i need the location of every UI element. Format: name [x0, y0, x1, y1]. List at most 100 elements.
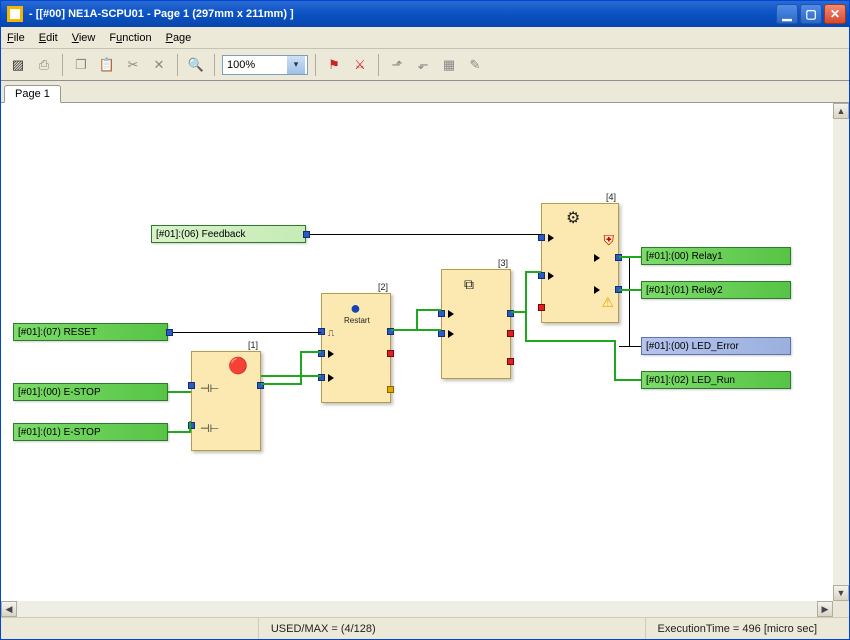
wire: [261, 375, 321, 377]
validate-button[interactable]: ⚑: [323, 54, 345, 76]
port-in[interactable]: [438, 330, 445, 337]
wire: [168, 391, 191, 393]
wire: [619, 346, 641, 347]
function-block-4[interactable]: [4] ⚙ ⛨ ⚠: [541, 203, 619, 323]
wire: [306, 234, 541, 235]
separator: [177, 54, 178, 76]
separator: [214, 54, 215, 76]
delete-button[interactable]: ✕: [148, 54, 170, 76]
wire-junction: [166, 329, 173, 336]
maximize-button[interactable]: ▢: [800, 4, 822, 24]
port-in[interactable]: [538, 272, 545, 279]
input-estop1[interactable]: [#01]:(01) E-STOP: [13, 423, 168, 441]
menu-view[interactable]: View: [72, 32, 96, 44]
port-in[interactable]: [438, 310, 445, 317]
warning-icon: ⚠: [601, 294, 614, 311]
close-button[interactable]: ✕: [824, 4, 846, 24]
app-window: - [[#00] NE1A-SCPU01 - Page 1 (297mm x 2…: [0, 0, 850, 640]
status-bar: USED/MAX = (4/128) ExecutionTime = 496 […: [1, 617, 849, 639]
port-in[interactable]: [188, 382, 195, 389]
function-block-3[interactable]: [3] ⧉: [441, 269, 511, 379]
titlebar: - [[#00] NE1A-SCPU01 - Page 1 (297mm x 2…: [1, 1, 849, 27]
port-out[interactable]: [507, 358, 514, 365]
relay-icon: ⧉: [464, 276, 474, 293]
scroll-track[interactable]: [833, 119, 849, 585]
wire: [300, 351, 321, 353]
wire: [168, 332, 321, 333]
scroll-corner: [833, 601, 849, 617]
horizontal-scrollbar[interactable]: ◀ ▶: [1, 601, 833, 617]
port-out[interactable]: [507, 330, 514, 337]
port-in[interactable]: [538, 234, 545, 241]
window-title: - [[#00] NE1A-SCPU01 - Page 1 (297mm x 2…: [29, 8, 776, 20]
input-feedback[interactable]: [#01]:(06) Feedback: [151, 225, 306, 243]
output-led-run[interactable]: [#01]:(02) LED_Run: [641, 371, 791, 389]
scroll-right-icon[interactable]: ▶: [817, 601, 833, 617]
separator: [62, 54, 63, 76]
wire: [416, 309, 441, 311]
minimize-button[interactable]: ▁: [776, 4, 798, 24]
wire: [619, 256, 641, 258]
arrow-icon: [548, 272, 554, 280]
port-in[interactable]: [538, 304, 545, 311]
status-exectime: ExecutionTime = 496 [micro sec]: [645, 618, 829, 639]
shield-icon: ⛨: [604, 232, 615, 249]
arrow-icon: [328, 350, 334, 358]
output-relay1[interactable]: [#01]:(00) Relay1: [641, 247, 791, 265]
wire: [511, 311, 526, 313]
scroll-left-icon[interactable]: ◀: [1, 601, 17, 617]
next-button[interactable]: ⬐: [412, 54, 434, 76]
input-estop0[interactable]: [#01]:(00) E-STOP: [13, 383, 168, 401]
arrow-icon: [448, 330, 454, 338]
nc-contact-icon: ⊣⊢: [200, 422, 219, 435]
menu-edit[interactable]: Edit: [39, 32, 58, 44]
wire-junction: [303, 231, 310, 238]
block-label: Restart: [344, 316, 370, 325]
arrow-icon: [594, 286, 600, 294]
page-add-button[interactable]: ▦: [438, 54, 460, 76]
edit-button[interactable]: ✎: [464, 54, 486, 76]
scroll-track[interactable]: [17, 601, 817, 617]
scroll-up-icon[interactable]: ▲: [833, 103, 849, 119]
arrow-icon: [594, 254, 600, 262]
tab-page-1[interactable]: Page 1: [4, 85, 61, 103]
print-button[interactable]: ⎙: [33, 54, 55, 76]
delete-user-button[interactable]: ⚔: [349, 54, 371, 76]
prev-button[interactable]: ⬏: [386, 54, 408, 76]
separator: [378, 54, 379, 76]
block-index: [4]: [606, 192, 616, 202]
menu-page[interactable]: Page: [166, 32, 192, 44]
diagram-canvas[interactable]: [#01]:(06) Feedback [#01]:(07) RESET [#0…: [1, 103, 833, 601]
wire: [614, 340, 616, 380]
edm-icon: ⚙: [566, 208, 580, 228]
output-led-error[interactable]: [#01]:(00) LED_Error: [641, 337, 791, 355]
function-block-2[interactable]: [2] ● Restart ⎍: [321, 293, 391, 403]
input-reset[interactable]: [#01]:(07) RESET: [13, 323, 168, 341]
vertical-scrollbar[interactable]: ▲ ▼: [833, 103, 849, 601]
menu-function[interactable]: Function: [109, 32, 151, 44]
wire: [614, 379, 641, 381]
toolbar: ▨ ⎙ ❐ 📋 ✂ ✕ 🔍 ▾ ⚑ ⚔ ⬏ ⬐ ▦ ✎: [1, 49, 849, 81]
menu-file[interactable]: File: [7, 32, 25, 44]
port-out[interactable]: [387, 386, 394, 393]
zoom-input[interactable]: [223, 59, 287, 71]
arrow-icon: [448, 310, 454, 318]
cut-button[interactable]: ✂: [122, 54, 144, 76]
menu-bar: File Edit View Function Page: [1, 27, 849, 49]
output-relay2[interactable]: [#01]:(01) Relay2: [641, 281, 791, 299]
wire: [168, 431, 191, 433]
wire: [619, 289, 641, 291]
block-index: [3]: [498, 258, 508, 268]
paste-button[interactable]: 📋: [96, 54, 118, 76]
scroll-down-icon[interactable]: ▼: [833, 585, 849, 601]
function-block-1[interactable]: [1] 🔴 ⊣⊢ ⊣⊢: [191, 351, 261, 451]
copy-button[interactable]: ❐: [70, 54, 92, 76]
status-usedmax: USED/MAX = (4/128): [258, 618, 388, 639]
zoom-combo[interactable]: ▾: [222, 55, 308, 75]
find-button[interactable]: 🔍: [185, 54, 207, 76]
port-out[interactable]: [387, 350, 394, 357]
open-button[interactable]: ▨: [7, 54, 29, 76]
wire: [261, 383, 301, 385]
block-index: [2]: [378, 282, 388, 292]
zoom-dropdown-icon[interactable]: ▾: [287, 56, 305, 74]
